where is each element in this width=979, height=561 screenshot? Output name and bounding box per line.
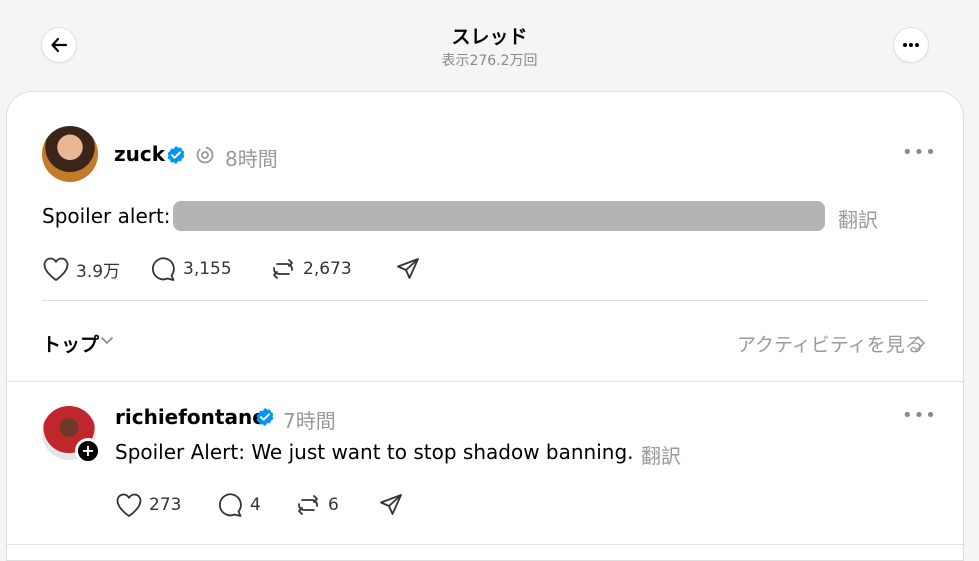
threads-activity-icon (196, 146, 214, 164)
like-count: 3.9万 (76, 261, 121, 282)
spoiler-block[interactable] (173, 201, 825, 231)
like-button[interactable]: 273 (115, 492, 181, 518)
sort-dropdown[interactable]: トップ (42, 330, 99, 357)
chevron-down-icon[interactable] (100, 336, 114, 346)
comment-button[interactable]: 3,155 (149, 256, 232, 282)
comment-count: 4 (250, 495, 261, 515)
view-activity-link[interactable]: アクティビティを見る (737, 330, 924, 357)
verified-badge-icon (256, 408, 274, 426)
page-header: スレッド 表示276.2万回 (0, 0, 979, 90)
share-button[interactable] (395, 256, 427, 282)
translate-link[interactable]: 翻訳 (641, 440, 681, 469)
reply-more-button[interactable]: ••• (902, 405, 937, 426)
more-options-button[interactable] (893, 27, 929, 63)
repost-button[interactable]: 6 (294, 492, 339, 518)
like-count: 273 (149, 495, 182, 515)
share-button[interactable] (378, 492, 410, 518)
chevron-right-icon[interactable] (916, 335, 926, 351)
reply-text: Spoiler Alert: We just want to stop shad… (115, 440, 634, 464)
heart-icon (116, 493, 142, 517)
comment-icon (151, 257, 175, 281)
comment-button[interactable]: 4 (216, 492, 261, 518)
divider (7, 544, 965, 545)
page-title: スレッド (451, 26, 528, 48)
repost-icon (273, 259, 293, 279)
repost-count: 6 (328, 495, 339, 515)
follow-plus-icon[interactable]: + (75, 438, 101, 464)
translate-link[interactable]: 翻訳 (838, 204, 878, 233)
repost-button[interactable]: 2,673 (269, 256, 352, 282)
repost-count: 2,673 (303, 259, 352, 279)
post-text: Spoiler alert: (42, 204, 171, 228)
heart-icon (43, 257, 69, 281)
send-icon (397, 258, 419, 279)
send-icon (380, 494, 402, 515)
verified-badge-icon (167, 146, 185, 164)
view-count: 表示276.2万回 (441, 53, 538, 69)
post-username[interactable]: zuck (114, 142, 165, 166)
reply-username[interactable]: richiefontane (115, 405, 266, 429)
post-time: 8時間 (225, 147, 278, 171)
more-icon (903, 43, 919, 47)
repost-icon (298, 495, 318, 515)
like-button[interactable]: 3.9万 (42, 256, 120, 282)
comment-icon (218, 493, 242, 517)
avatar[interactable] (42, 126, 98, 182)
divider (7, 381, 965, 382)
reply-time: 7時間 (283, 409, 336, 433)
post-more-button[interactable]: ••• (902, 142, 937, 163)
thread-card: zuck 8時間 ••• Spoiler alert: 翻訳 3.9万 3,15… (6, 91, 965, 561)
divider (42, 300, 928, 301)
comment-count: 3,155 (183, 259, 232, 279)
